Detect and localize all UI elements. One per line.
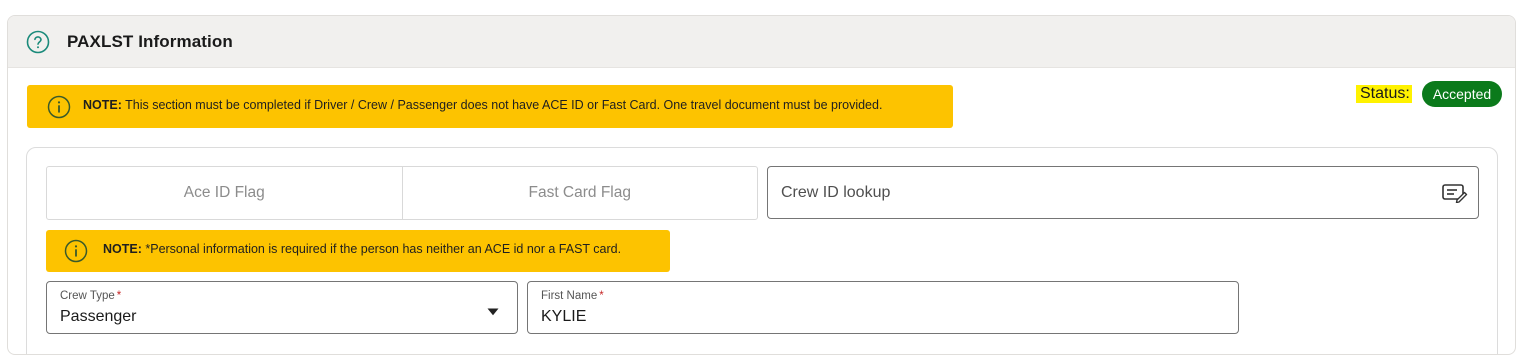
question-circle-icon[interactable] [26, 30, 50, 54]
crew-type-value: Passenger [60, 308, 137, 325]
note-banner-main: NOTE: This section must be completed if … [27, 85, 953, 128]
ace-id-flag-button[interactable]: Ace ID Flag [47, 167, 402, 219]
first-name-label-text: First Name [541, 290, 598, 302]
crew-type-label: Crew Type * [60, 290, 121, 302]
note-personal-text: NOTE: *Personal information is required … [103, 242, 621, 256]
first-name-field[interactable]: First Name * KYLIE [527, 281, 1239, 334]
info-circle-icon [47, 95, 71, 119]
info-circle-icon [64, 239, 88, 263]
crew-type-label-text: Crew Type [60, 290, 115, 302]
fast-card-flag-button[interactable]: Fast Card Flag [401, 167, 758, 219]
note-body: *Personal information is required if the… [141, 242, 622, 256]
crew-id-lookup-input[interactable] [768, 167, 1478, 218]
panel-header: PAXLST Information [8, 16, 1515, 68]
first-name-value[interactable]: KYLIE [541, 308, 586, 326]
first-name-label: First Name * [541, 290, 604, 302]
paxlst-panel: PAXLST Information NOTE: This section mu… [7, 15, 1516, 355]
edit-note-icon[interactable] [1442, 183, 1468, 204]
status-label: Status: [1356, 85, 1412, 103]
crew-id-lookup-field[interactable] [767, 166, 1479, 219]
crew-type-select[interactable]: Crew Type * Passenger [46, 281, 518, 334]
crew-entry-card: Ace ID Flag Fast Card Flag Crew ID looku… [26, 147, 1498, 354]
note-body: This section must be completed if Driver… [121, 98, 883, 112]
status-badge: Accepted [1422, 81, 1502, 107]
note-prefix: NOTE: [103, 242, 142, 256]
caret-down-icon[interactable] [487, 303, 499, 316]
note-main-text: NOTE: This section must be completed if … [83, 98, 882, 112]
note-prefix: NOTE: [83, 98, 122, 112]
panel-title: PAXLST Information [67, 32, 233, 51]
required-mark: * [116, 290, 122, 302]
note-banner-personal: NOTE: *Personal information is required … [46, 230, 670, 272]
required-mark: * [599, 290, 604, 302]
flag-toggle-group: Ace ID Flag Fast Card Flag [46, 166, 758, 220]
